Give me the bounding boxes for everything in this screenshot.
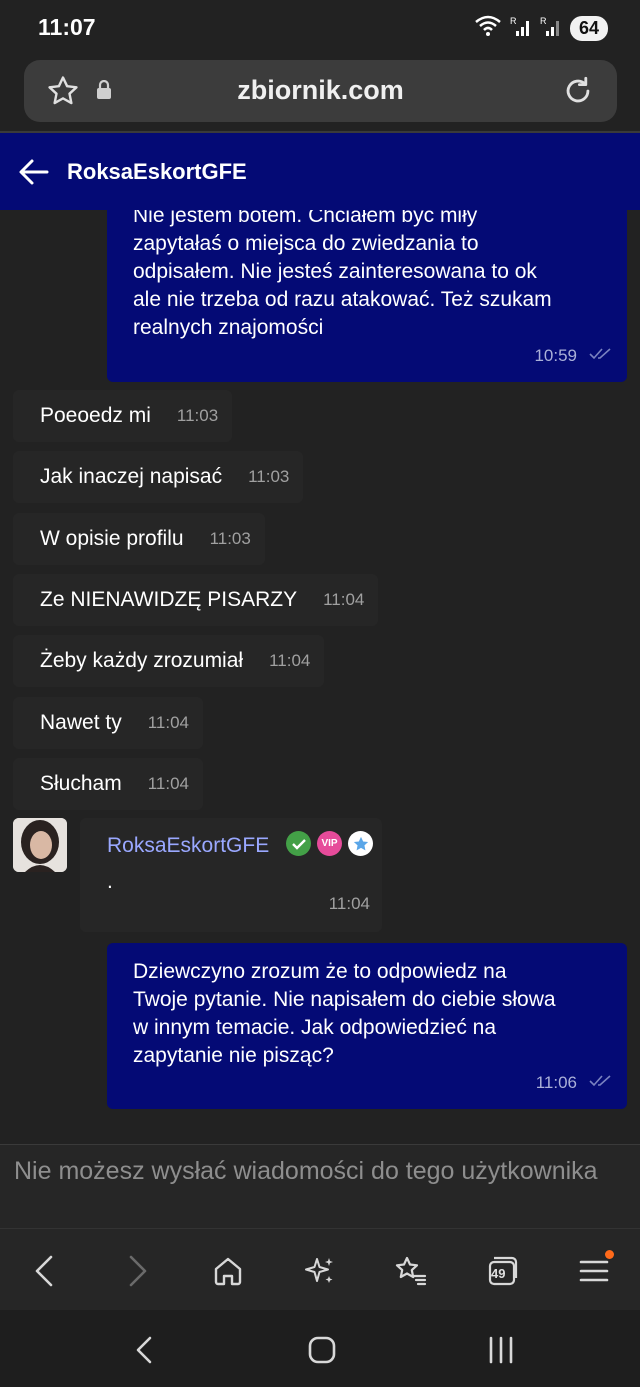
message-time: 11:04 <box>269 651 311 670</box>
signal-icon: R <box>510 15 532 42</box>
message-text: Żeby każdy zrozumiał <box>40 649 244 672</box>
back-icon[interactable] <box>22 1249 66 1293</box>
message-time: 11:03 <box>248 467 290 486</box>
incoming-message: Jak inaczej napisać 11:03 <box>13 451 304 503</box>
message-line: odpisałem. Nie jesteś zainteresowana to … <box>133 260 537 283</box>
chat-header: RoksaEskortGFE <box>0 131 640 210</box>
incoming-message: Ze NIENAWIDZĘ PISARZY 11:04 <box>13 574 379 626</box>
incoming-message: W opisie profilu 11:03 <box>13 513 265 565</box>
message-meta: 10:59 <box>534 346 613 366</box>
message-text: Poeoedz mi <box>40 404 151 427</box>
incoming-message: Słucham 11:04 <box>13 758 203 810</box>
message-line: Dziewczyno zrozum że to odpowiedz na <box>133 960 507 983</box>
notification-dot <box>605 1250 614 1259</box>
message-text: . <box>107 870 113 893</box>
outgoing-message: Dziewczyno zrozum że to odpowiedz na Two… <box>107 943 627 1109</box>
sparkle-ai-icon[interactable] <box>298 1249 342 1293</box>
read-checkmarks-icon <box>589 346 613 366</box>
cannot-message-notice: Nie możesz wysłać wiadomości do tego uży… <box>0 1144 640 1228</box>
message-line: ale nie trzeba od razu atakować. Też szu… <box>133 288 552 311</box>
message-line: zapytałaś o miejsca do zwiedzania to <box>133 232 479 255</box>
wifi-icon <box>474 15 502 42</box>
status-icons: R R 64 <box>474 15 608 42</box>
message-text: Nawet ty <box>40 711 122 734</box>
chat-title: RoksaEskortGFE <box>67 159 247 184</box>
message-text: Słucham <box>40 772 122 795</box>
message-time: 11:04 <box>323 590 365 609</box>
incoming-message: Poeoedz mi 11:03 <box>13 390 233 442</box>
address-bar[interactable]: zbiornik.com <box>24 60 617 122</box>
sender-name[interactable]: RoksaEskortGFE <box>107 834 269 858</box>
badges: VIP <box>286 831 373 856</box>
tabs-icon[interactable]: 49 <box>480 1249 524 1293</box>
system-recents-icon[interactable] <box>479 1328 523 1372</box>
verified-check-icon <box>286 831 311 856</box>
incoming-profile-message: RoksaEskortGFE VIP . 11:04 <box>80 818 382 932</box>
home-icon[interactable] <box>206 1249 250 1293</box>
message-text: Ze NIENAWIDZĘ PISARZY <box>40 588 298 611</box>
message-text: W opisie profilu <box>40 527 184 550</box>
status-bar: 11:07 R R 64 <box>0 0 640 56</box>
system-home-icon[interactable] <box>300 1328 344 1372</box>
message-time: 11:03 <box>209 529 251 548</box>
system-back-icon[interactable] <box>122 1328 166 1372</box>
message-line: Twoje pytanie. Nie napisałem do ciebie s… <box>133 988 556 1011</box>
menu-icon[interactable] <box>572 1249 616 1293</box>
read-checkmarks-icon <box>589 1073 613 1093</box>
svg-text:R: R <box>510 16 517 26</box>
status-time: 11:07 <box>38 14 96 40</box>
url-text[interactable]: zbiornik.com <box>24 75 617 106</box>
browser-toolbar: 49 <box>0 1228 640 1310</box>
reload-icon[interactable] <box>561 74 595 113</box>
star-badge-icon <box>348 831 373 856</box>
message-time: 11:04 <box>147 774 189 793</box>
message-time: 10:59 <box>534 346 577 365</box>
system-navigation-bar <box>0 1310 640 1387</box>
message-line: Nie jestem botem. Chciałem być miły <box>133 210 478 227</box>
battery-indicator: 64 <box>570 16 608 41</box>
message-time: 11:04 <box>328 894 370 913</box>
message-line: zapytanie nie pisząc? <box>133 1044 334 1067</box>
vip-badge: VIP <box>317 831 342 856</box>
signal-icon-2: R <box>540 15 562 42</box>
incoming-message: Nawet ty 11:04 <box>13 697 203 749</box>
message-time: 11:06 <box>535 1073 577 1092</box>
tabs-count: 49 <box>491 1266 506 1281</box>
outgoing-message: Nie jestem botem. Chciałem być miły zapy… <box>107 210 627 382</box>
svg-text:R: R <box>540 16 547 26</box>
message-line: w innym temacie. Jak odpowiedzieć na <box>133 1016 497 1039</box>
message-line: realnych znajomości <box>133 316 324 339</box>
message-time: 11:04 <box>147 713 189 732</box>
message-text: Jak inaczej napisać <box>40 465 223 488</box>
forward-icon[interactable] <box>116 1249 160 1293</box>
message-list[interactable]: Nie jestem botem. Chciałem być miły zapy… <box>0 210 640 1144</box>
bookmarks-icon[interactable] <box>388 1249 432 1293</box>
message-meta: 11:06 <box>536 1073 613 1093</box>
back-arrow-icon[interactable] <box>18 157 50 192</box>
avatar[interactable] <box>13 818 67 872</box>
message-time: 11:03 <box>176 406 219 425</box>
incoming-message: Żeby każdy zrozumiał 11:04 <box>13 635 325 687</box>
